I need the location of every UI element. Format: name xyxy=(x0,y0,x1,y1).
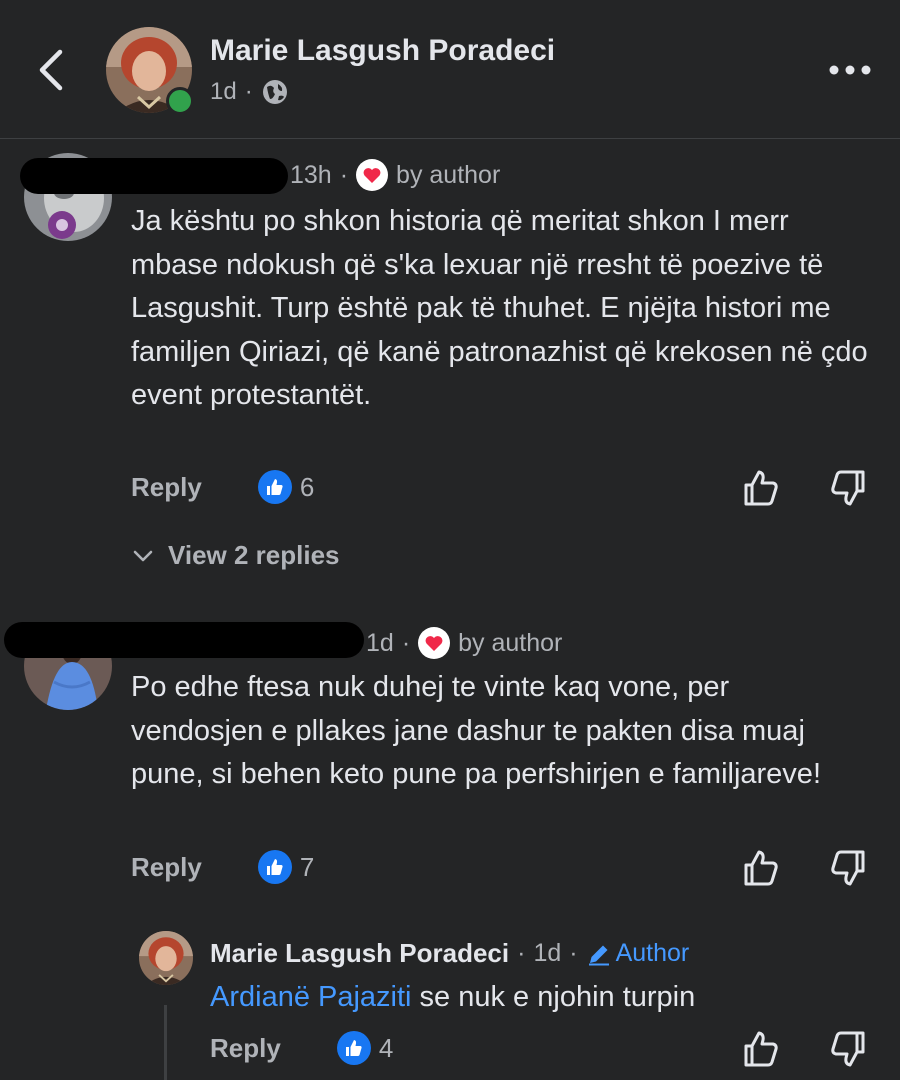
thumbs-down-icon xyxy=(831,470,865,506)
post-meta: 1d · xyxy=(210,78,289,106)
reply-author-avatar[interactable] xyxy=(139,931,193,985)
reply-meta: Marie Lasgush Poradeci · 1d · Author xyxy=(210,938,689,969)
like-count: 7 xyxy=(299,851,315,882)
thumbs-down-icon xyxy=(831,1031,865,1067)
author-loved-badge xyxy=(418,627,451,659)
pencil-icon xyxy=(588,945,609,965)
heart-icon xyxy=(357,160,388,190)
view-replies-label: View 2 replies xyxy=(168,540,340,570)
heart-icon xyxy=(419,628,450,658)
chevron-down-icon xyxy=(133,550,153,561)
like-badge xyxy=(336,1031,371,1065)
meta-separator: · xyxy=(244,78,253,105)
comment-actions: Reply 7 xyxy=(131,850,314,884)
more-dots-icon xyxy=(829,65,871,75)
like-badge xyxy=(257,470,292,504)
comment-text: Ja kështu po shkon historia që meritat s… xyxy=(131,205,868,411)
post-author-name[interactable]: Marie Lasgush Poradeci xyxy=(210,34,555,68)
reply-button[interactable]: Reply xyxy=(131,472,202,503)
meta-separator: · xyxy=(569,939,578,967)
globe-icon xyxy=(262,80,287,104)
back-arrow-icon xyxy=(39,49,63,91)
reply-button[interactable]: Reply xyxy=(210,1033,281,1064)
post-header: Marie Lasgush Poradeci 1d · xyxy=(0,0,900,139)
online-status-indicator xyxy=(166,87,194,115)
by-author-label: by author xyxy=(396,160,501,189)
author-tag-label: Author xyxy=(615,939,690,967)
like-count: 4 xyxy=(378,1032,394,1063)
author-loved-badge xyxy=(356,159,389,191)
post-time: 1d xyxy=(210,78,237,105)
reply-actions: Reply 4 xyxy=(210,1031,393,1065)
comment-actions: Reply 6 xyxy=(131,470,314,504)
comment-time: 1d xyxy=(366,628,394,657)
reply-button[interactable]: Reply xyxy=(131,852,202,883)
thumbs-up-icon xyxy=(744,850,778,886)
author-tag: Author xyxy=(586,939,690,968)
by-author-label: by author xyxy=(458,628,563,657)
reply-author-name[interactable]: Marie Lasgush Poradeci xyxy=(210,938,509,969)
downvote-button[interactable] xyxy=(828,468,868,508)
thumbs-down-icon xyxy=(831,850,865,886)
thumbs-up-icon xyxy=(744,1031,778,1067)
redacted-commenter-name xyxy=(20,158,288,194)
downvote-button[interactable] xyxy=(828,848,868,888)
thumbs-up-icon xyxy=(744,470,778,506)
like-count: 6 xyxy=(299,471,315,502)
reply-time: 1d xyxy=(533,939,562,967)
view-replies-button[interactable]: View 2 replies xyxy=(132,540,340,571)
meta-separator: · xyxy=(339,160,349,189)
thumbs-up-icon xyxy=(266,859,283,875)
upvote-button[interactable] xyxy=(741,848,781,888)
back-button[interactable] xyxy=(30,44,74,96)
comment-text: Po edhe ftesa nuk duhej te vinte kaq von… xyxy=(131,671,821,790)
thumbs-up-icon xyxy=(266,479,283,495)
comment-time: 13h xyxy=(290,160,332,189)
more-options-button[interactable] xyxy=(826,58,874,82)
downvote-button[interactable] xyxy=(828,1029,868,1069)
thread-line xyxy=(164,1005,167,1080)
reply-text: Ardianë Pajaziti se nuk e njohin turpin xyxy=(210,976,850,1020)
mention-link[interactable]: Ardianë Pajaziti xyxy=(210,981,412,1013)
comment-meta: 1d · by author xyxy=(366,627,562,659)
meta-separator: · xyxy=(517,939,526,967)
reply-text-content: se nuk e njohin turpin xyxy=(411,981,696,1013)
meta-separator: · xyxy=(401,628,411,657)
thumbs-up-icon xyxy=(345,1040,362,1056)
upvote-button[interactable] xyxy=(741,468,781,508)
like-badge xyxy=(257,850,292,884)
comment-meta: 13h · by author xyxy=(290,159,500,191)
redacted-commenter-name xyxy=(4,622,364,658)
upvote-button[interactable] xyxy=(741,1029,781,1069)
